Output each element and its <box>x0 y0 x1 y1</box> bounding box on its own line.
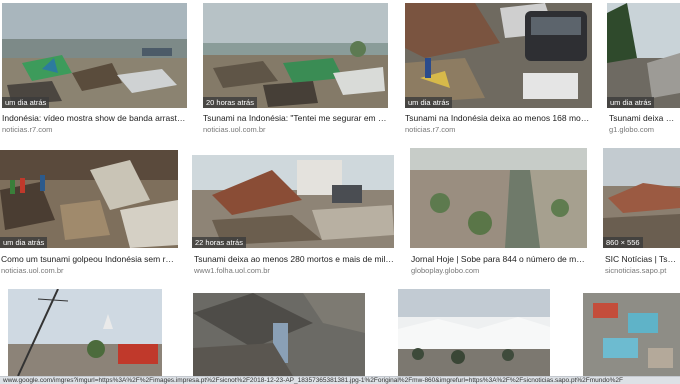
result-title[interactable]: Tsunami deixa mortos na Indonésia <box>609 113 680 124</box>
image-dimensions-badge: 860 × 556 <box>603 237 643 248</box>
result-thumbnail[interactable] <box>398 289 550 376</box>
timestamp-badge: um dia atrás <box>607 97 655 108</box>
result-source[interactable]: noticias.uol.com.br <box>203 125 388 135</box>
result-thumbnail[interactable]: 20 horas atrás <box>203 3 388 108</box>
result-title[interactable]: SIC Notícias | Tsunami na Indonésia <box>605 254 680 265</box>
result-thumbnail[interactable]: 860 × 556 <box>603 148 680 248</box>
result-title[interactable]: Indonésia: vídeo mostra show de banda ar… <box>2 113 187 124</box>
result-title[interactable]: Tsunami deixa ao menos 280 mortos e mais… <box>194 254 394 265</box>
result-thumbnail[interactable] <box>583 293 680 376</box>
timestamp-badge: 20 horas atrás <box>203 97 257 108</box>
result-title[interactable]: Jornal Hoje | Sobe para 844 o número de … <box>411 254 587 265</box>
result-title[interactable]: Como um tsunami golpeou Indonésia sem re… <box>1 254 177 265</box>
result-source[interactable]: noticias.r7.com <box>2 125 187 135</box>
result-title[interactable]: Tsunami na Indonésia deixa ao menos 168 … <box>405 113 592 124</box>
result-source[interactable]: globoplay.globo.com <box>411 266 587 276</box>
timestamp-badge: 22 horas atrás <box>192 237 246 248</box>
timestamp-badge: um dia atrás <box>405 97 453 108</box>
result-thumbnail[interactable]: 22 horas atrás <box>192 155 394 248</box>
result-source[interactable]: noticias.r7.com <box>405 125 592 135</box>
timestamp-badge: um dia atrás <box>0 237 48 248</box>
timestamp-badge: um dia atrás <box>2 97 50 108</box>
status-bar-url: www.google.com/imgres?imgurl=https%3A%2F… <box>0 376 680 384</box>
result-thumbnail[interactable] <box>193 293 365 376</box>
result-source[interactable]: sicnoticias.sapo.pt <box>605 266 680 276</box>
result-title[interactable]: Tsunami na Indonésia: "Tentei me segurar… <box>203 113 388 124</box>
result-source[interactable]: noticias.uol.com.br <box>1 266 177 276</box>
result-thumbnail[interactable]: um dia atrás <box>2 3 187 108</box>
result-source[interactable]: www1.folha.uol.com.br <box>194 266 394 276</box>
result-thumbnail[interactable] <box>8 289 162 376</box>
result-thumbnail[interactable] <box>410 148 587 248</box>
result-source[interactable]: g1.globo.com <box>609 125 680 135</box>
result-thumbnail[interactable]: um dia atrás <box>405 3 592 108</box>
result-thumbnail[interactable]: um dia atrás <box>0 150 178 248</box>
result-thumbnail[interactable]: um dia atrás <box>607 3 680 108</box>
